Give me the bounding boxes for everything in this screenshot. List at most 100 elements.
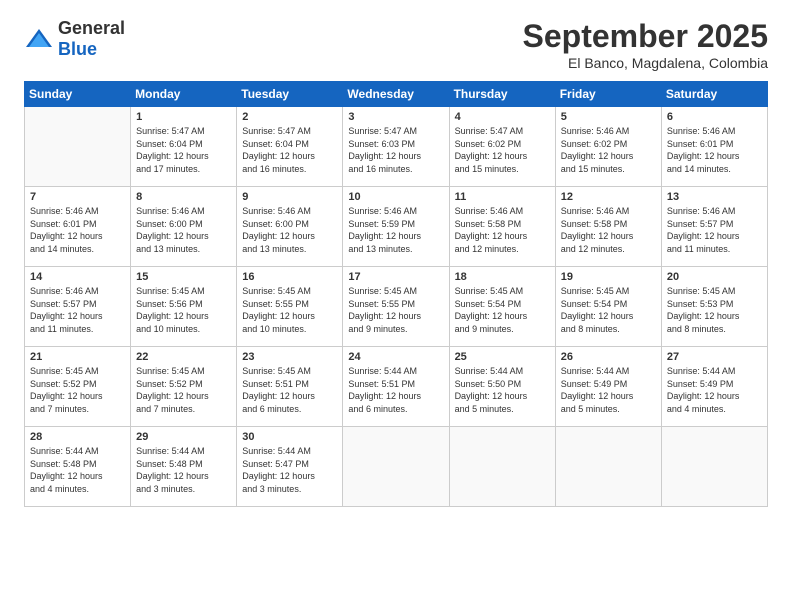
cell-info: Sunrise: 5:44 AM Sunset: 5:48 PM Dayligh… [136, 445, 231, 495]
cell-info: Sunrise: 5:46 AM Sunset: 6:00 PM Dayligh… [242, 205, 337, 255]
calendar-cell: 2Sunrise: 5:47 AM Sunset: 6:04 PM Daylig… [237, 107, 343, 187]
day-number: 20 [667, 271, 762, 283]
day-number: 11 [455, 191, 550, 203]
calendar-week-row: 7Sunrise: 5:46 AM Sunset: 6:01 PM Daylig… [25, 187, 768, 267]
weekday-header-friday: Friday [555, 82, 661, 107]
calendar-cell: 3 Sunrise: 5:47 AM Sunset: 6:03 PM Daylig… [343, 107, 449, 187]
calendar-cell: 28 Sunrise: 5:44 AM Sunset: 5:48 PM Dayli… [25, 427, 131, 507]
calendar-cell: 1 Sunrise: 5:47 AM Sunset: 6:04 PM Daylig… [131, 107, 237, 187]
calendar-week-row: 14 Sunrise: 5:46 AM Sunset: 5:57 PM Dayli… [25, 267, 768, 347]
logo-general: General [58, 18, 125, 38]
calendar-cell: 4 Sunrise: 5:47 AM Sunset: 6:02 PM Daylig… [449, 107, 555, 187]
calendar-cell [449, 427, 555, 507]
calendar-cell: 7Sunrise: 5:46 AM Sunset: 6:01 PM Daylig… [25, 187, 131, 267]
calendar-cell: 12 Sunrise: 5:46 AM Sunset: 5:58 PM Dayli… [555, 187, 661, 267]
day-number: 26 [561, 351, 656, 363]
calendar-cell: 26 Sunrise: 5:44 AM Sunset: 5:49 PM Dayli… [555, 347, 661, 427]
day-number: 14 [30, 271, 125, 283]
cell-info: Sunrise: 5:46 AM Sunset: 6:01 PM Dayligh… [667, 125, 762, 175]
cell-info: Sunrise: 5:44 AM Sunset: 5:48 PM Dayligh… [30, 445, 125, 495]
cell-info: Sunrise: 5:46 AM Sunset: 5:58 PM Dayligh… [561, 205, 656, 255]
page: General Blue September 2025 El Banco, Ma… [0, 0, 792, 519]
day-number: 6 [667, 111, 762, 123]
calendar-cell: 13 Sunrise: 5:46 AM Sunset: 5:57 PM Dayli… [661, 187, 767, 267]
cell-info: Sunrise: 5:46 AM Sunset: 6:01 PM Dayligh… [30, 205, 125, 255]
header: General Blue September 2025 El Banco, Ma… [24, 18, 768, 71]
calendar-cell: 21Sunrise: 5:45 AM Sunset: 5:52 PM Dayli… [25, 347, 131, 427]
calendar-cell: 20 Sunrise: 5:45 AM Sunset: 5:53 PM Dayli… [661, 267, 767, 347]
location-title: El Banco, Magdalena, Colombia [523, 55, 768, 71]
calendar-cell: 16Sunrise: 5:45 AM Sunset: 5:55 PM Dayli… [237, 267, 343, 347]
calendar-week-row: 21Sunrise: 5:45 AM Sunset: 5:52 PM Dayli… [25, 347, 768, 427]
calendar-cell: 22 Sunrise: 5:45 AM Sunset: 5:52 PM Dayli… [131, 347, 237, 427]
cell-info: Sunrise: 5:45 AM Sunset: 5:51 PM Dayligh… [242, 365, 337, 415]
day-number: 8 [136, 191, 231, 203]
day-number: 17 [348, 271, 443, 283]
calendar-cell: 25 Sunrise: 5:44 AM Sunset: 5:50 PM Dayli… [449, 347, 555, 427]
cell-info: Sunrise: 5:46 AM Sunset: 5:57 PM Dayligh… [30, 285, 125, 335]
weekday-header-monday: Monday [131, 82, 237, 107]
day-number: 3 [348, 111, 443, 123]
cell-info: Sunrise: 5:46 AM Sunset: 6:02 PM Dayligh… [561, 125, 656, 175]
cell-info: Sunrise: 5:44 AM Sunset: 5:47 PM Dayligh… [242, 445, 337, 495]
cell-info: Sunrise: 5:46 AM Sunset: 5:59 PM Dayligh… [348, 205, 443, 255]
day-number: 30 [242, 431, 337, 443]
cell-info: Sunrise: 5:45 AM Sunset: 5:52 PM Dayligh… [30, 365, 125, 415]
calendar-cell: 17 Sunrise: 5:45 AM Sunset: 5:55 PM Dayli… [343, 267, 449, 347]
logo-blue: Blue [58, 39, 97, 59]
weekday-header-wednesday: Wednesday [343, 82, 449, 107]
cell-info: Sunrise: 5:45 AM Sunset: 5:55 PM Dayligh… [348, 285, 443, 335]
calendar-cell [555, 427, 661, 507]
logo-icon [24, 27, 54, 51]
day-number: 24 [348, 351, 443, 363]
month-title: September 2025 [523, 18, 768, 55]
day-number: 23 [242, 351, 337, 363]
day-number: 15 [136, 271, 231, 283]
calendar-cell: 19Sunrise: 5:45 AM Sunset: 5:54 PM Dayli… [555, 267, 661, 347]
cell-info: Sunrise: 5:45 AM Sunset: 5:54 PM Dayligh… [455, 285, 550, 335]
day-number: 28 [30, 431, 125, 443]
cell-info: Sunrise: 5:44 AM Sunset: 5:50 PM Dayligh… [455, 365, 550, 415]
cell-info: Sunrise: 5:44 AM Sunset: 5:49 PM Dayligh… [667, 365, 762, 415]
cell-info: Sunrise: 5:45 AM Sunset: 5:55 PM Dayligh… [242, 285, 337, 335]
cell-info: Sunrise: 5:46 AM Sunset: 5:57 PM Dayligh… [667, 205, 762, 255]
cell-info: Sunrise: 5:46 AM Sunset: 5:58 PM Dayligh… [455, 205, 550, 255]
weekday-header-saturday: Saturday [661, 82, 767, 107]
day-number: 10 [348, 191, 443, 203]
weekday-header-thursday: Thursday [449, 82, 555, 107]
cell-info: Sunrise: 5:47 AM Sunset: 6:02 PM Dayligh… [455, 125, 550, 175]
weekday-header-row: SundayMondayTuesdayWednesdayThursdayFrid… [25, 82, 768, 107]
day-number: 1 [136, 111, 231, 123]
cell-info: Sunrise: 5:45 AM Sunset: 5:54 PM Dayligh… [561, 285, 656, 335]
calendar-cell: 14 Sunrise: 5:46 AM Sunset: 5:57 PM Dayli… [25, 267, 131, 347]
weekday-header-tuesday: Tuesday [237, 82, 343, 107]
calendar-cell: 29 Sunrise: 5:44 AM Sunset: 5:48 PM Dayli… [131, 427, 237, 507]
calendar-cell: 18Sunrise: 5:45 AM Sunset: 5:54 PM Dayli… [449, 267, 555, 347]
cell-info: Sunrise: 5:45 AM Sunset: 5:52 PM Dayligh… [136, 365, 231, 415]
day-number: 5 [561, 111, 656, 123]
title-block: September 2025 El Banco, Magdalena, Colo… [523, 18, 768, 71]
calendar-cell: 9 Sunrise: 5:46 AM Sunset: 6:00 PM Daylig… [237, 187, 343, 267]
day-number: 9 [242, 191, 337, 203]
calendar-cell: 6 Sunrise: 5:46 AM Sunset: 6:01 PM Daylig… [661, 107, 767, 187]
calendar-table: SundayMondayTuesdayWednesdayThursdayFrid… [24, 81, 768, 507]
day-number: 25 [455, 351, 550, 363]
day-number: 12 [561, 191, 656, 203]
day-number: 29 [136, 431, 231, 443]
calendar-cell: 15 Sunrise: 5:45 AM Sunset: 5:56 PM Dayli… [131, 267, 237, 347]
calendar-cell: 30 Sunrise: 5:44 AM Sunset: 5:47 PM Dayli… [237, 427, 343, 507]
calendar-cell: 27 Sunrise: 5:44 AM Sunset: 5:49 PM Dayli… [661, 347, 767, 427]
day-number: 27 [667, 351, 762, 363]
day-number: 4 [455, 111, 550, 123]
day-number: 22 [136, 351, 231, 363]
calendar-cell [25, 107, 131, 187]
cell-info: Sunrise: 5:45 AM Sunset: 5:53 PM Dayligh… [667, 285, 762, 335]
calendar-cell [661, 427, 767, 507]
cell-info: Sunrise: 5:47 AM Sunset: 6:04 PM Dayligh… [136, 125, 231, 175]
cell-info: Sunrise: 5:44 AM Sunset: 5:51 PM Dayligh… [348, 365, 443, 415]
cell-info: Sunrise: 5:47 AM Sunset: 6:03 PM Dayligh… [348, 125, 443, 175]
cell-info: Sunrise: 5:44 AM Sunset: 5:49 PM Dayligh… [561, 365, 656, 415]
calendar-cell: 10 Sunrise: 5:46 AM Sunset: 5:59 PM Dayli… [343, 187, 449, 267]
day-number: 13 [667, 191, 762, 203]
cell-info: Sunrise: 5:45 AM Sunset: 5:56 PM Dayligh… [136, 285, 231, 335]
